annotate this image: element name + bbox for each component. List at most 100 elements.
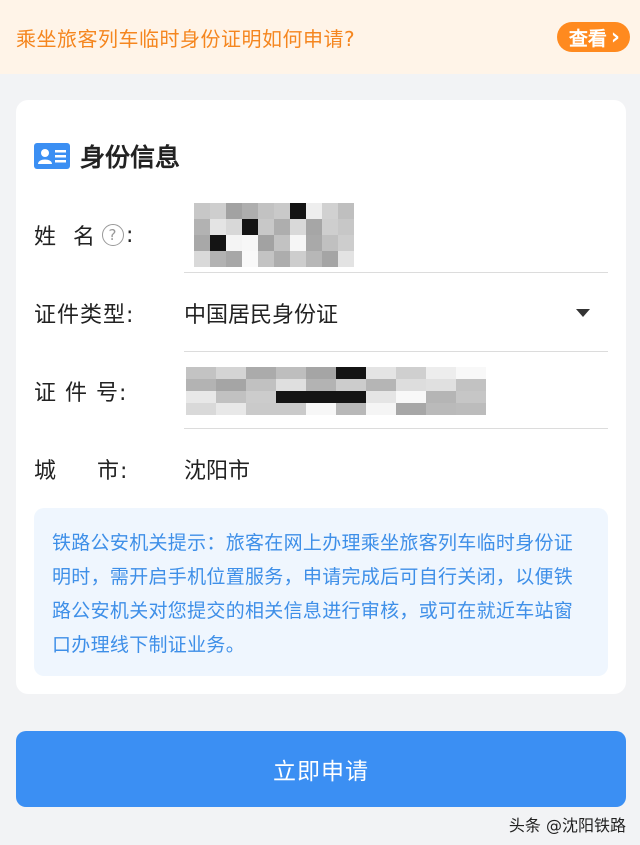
- mosaic-cell: [210, 251, 226, 267]
- mosaic-cell: [290, 203, 306, 219]
- doc-type-row[interactable]: 证件类型: 中国居民身份证: [34, 274, 608, 352]
- mosaic-cell: [306, 219, 322, 235]
- apply-button-label: 立即申请: [273, 759, 369, 785]
- caret-down-icon[interactable]: [576, 309, 590, 317]
- id-number-row: 证 件 号:: [34, 352, 608, 430]
- mosaic-cell: [338, 235, 354, 251]
- name-divider: [184, 272, 608, 273]
- watermark: 头条 @沈阳铁路: [508, 816, 626, 835]
- mosaic-cell: [186, 379, 216, 391]
- top-banner[interactable]: 乘坐旅客列车临时身份证明如何申请? 查看 ›: [0, 0, 640, 74]
- id-card-icon: [34, 143, 70, 169]
- mosaic-cell: [276, 391, 306, 403]
- mosaic-cell: [306, 391, 336, 403]
- mosaic-cell: [366, 379, 396, 391]
- mosaic-cell: [246, 391, 276, 403]
- banner-question[interactable]: 乘坐旅客列车临时身份证明如何申请?: [16, 23, 355, 52]
- mosaic-cell: [456, 367, 486, 379]
- mosaic-cell: [290, 251, 306, 267]
- mosaic-cell: [210, 235, 226, 251]
- mosaic-cell: [336, 379, 366, 391]
- help-icon[interactable]: ?: [102, 224, 124, 246]
- mosaic-cell: [426, 403, 456, 415]
- mosaic-cell: [226, 203, 242, 219]
- id-number-label: 证 件 号:: [34, 381, 128, 406]
- view-button[interactable]: 查看 ›: [556, 22, 630, 52]
- mosaic-cell: [396, 379, 426, 391]
- mosaic-cell: [246, 379, 276, 391]
- mosaic-cell: [242, 251, 258, 267]
- mosaic-cell: [396, 391, 426, 403]
- mosaic-cell: [306, 367, 336, 379]
- mosaic-cell: [322, 219, 338, 235]
- mosaic-cell: [242, 235, 258, 251]
- mosaic-cell: [186, 403, 216, 415]
- mosaic-cell: [258, 203, 274, 219]
- mosaic-cell: [258, 251, 274, 267]
- mosaic-cell: [290, 219, 306, 235]
- mosaic-cell: [216, 403, 246, 415]
- mosaic-cell: [426, 391, 456, 403]
- mosaic-cell: [274, 203, 290, 219]
- mosaic-cell: [426, 367, 456, 379]
- city-value: 沈阳市: [184, 459, 251, 484]
- mosaic-cell: [338, 203, 354, 219]
- mosaic-cell: [366, 391, 396, 403]
- mosaic-cell: [276, 403, 306, 415]
- mosaic-cell: [194, 219, 210, 235]
- mosaic-cell: [306, 203, 322, 219]
- mosaic-cell: [216, 379, 246, 391]
- mosaic-cell: [246, 403, 276, 415]
- mosaic-cell: [456, 391, 486, 403]
- mosaic-cell: [226, 251, 242, 267]
- doc-type-select[interactable]: 中国居民身份证: [184, 297, 338, 329]
- mosaic-cell: [210, 219, 226, 235]
- mosaic-cell: [258, 219, 274, 235]
- mosaic-cell: [306, 251, 322, 267]
- mosaic-cell: [226, 219, 242, 235]
- city-label: 城 市:: [34, 459, 129, 484]
- mosaic-cell: [322, 203, 338, 219]
- mosaic-cell: [396, 403, 426, 415]
- mosaic-cell: [226, 235, 242, 251]
- mosaic-cell: [194, 203, 210, 219]
- mosaic-cell: [242, 219, 258, 235]
- apply-button[interactable]: 立即申请: [16, 731, 626, 807]
- mosaic-cell: [246, 367, 276, 379]
- notice-box: 铁路公安机关提示：旅客在网上办理乘坐旅客列车临时身份证明时，需开启手机位置服务，…: [34, 508, 608, 676]
- mosaic-cell: [258, 235, 274, 251]
- mosaic-cell: [396, 367, 426, 379]
- identity-card: 身份信息 姓 名 ? : 证件类型: 中国居民身份证 证 件 号: 城 市: 沈…: [16, 100, 626, 694]
- mosaic-cell: [290, 235, 306, 251]
- mosaic-cell: [336, 391, 366, 403]
- mosaic-cell: [322, 251, 338, 267]
- mosaic-cell: [306, 403, 336, 415]
- doc-type-label: 证件类型:: [34, 303, 135, 328]
- id-number-mosaic[interactable]: [186, 367, 486, 415]
- mosaic-cell: [366, 403, 396, 415]
- mosaic-cell: [456, 379, 486, 391]
- section-header: 身份信息: [34, 138, 180, 174]
- mosaic-cell: [276, 367, 306, 379]
- section-title: 身份信息: [80, 143, 181, 172]
- mosaic-cell: [276, 379, 306, 391]
- mosaic-cell: [338, 219, 354, 235]
- mosaic-cell: [306, 235, 322, 251]
- view-button-label: 查看: [568, 27, 607, 50]
- name-label: 姓 名: [34, 225, 96, 250]
- name-colon: :: [126, 222, 135, 248]
- mosaic-cell: [366, 367, 396, 379]
- mosaic-cell: [194, 251, 210, 267]
- mosaic-cell: [322, 235, 338, 251]
- notice-text: 铁路公安机关提示：旅客在网上办理乘坐旅客列车临时身份证明时，需开启手机位置服务，…: [52, 532, 574, 656]
- mosaic-cell: [216, 391, 246, 403]
- name-label-group: 姓 名 ? :: [34, 219, 184, 251]
- city-row: 城 市: 沈阳市: [34, 430, 608, 508]
- mosaic-cell: [336, 367, 366, 379]
- mosaic-cell: [242, 203, 258, 219]
- mosaic-cell: [216, 367, 246, 379]
- mosaic-cell: [210, 203, 226, 219]
- mosaic-cell: [426, 379, 456, 391]
- name-value-mosaic[interactable]: [194, 203, 354, 267]
- mosaic-cell: [306, 379, 336, 391]
